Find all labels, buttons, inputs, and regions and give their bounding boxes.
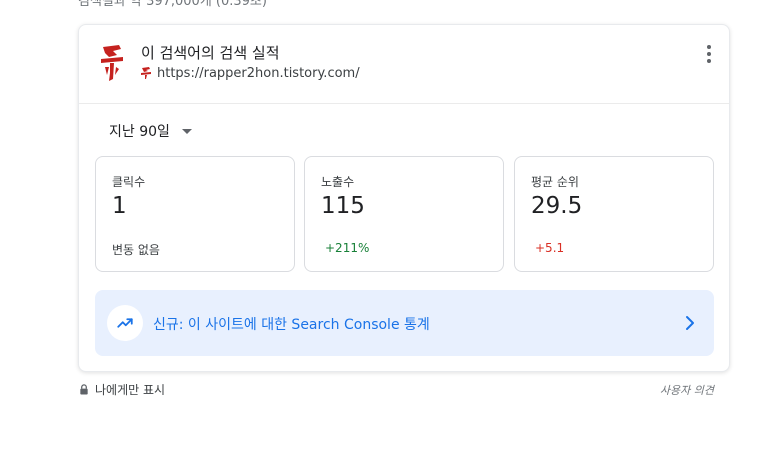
metric-clicks: 클릭수 1 변동 없음 [95, 156, 295, 272]
metric-label: 노출수 [321, 175, 355, 189]
visibility-note: 나에게만 표시 [79, 381, 165, 398]
metric-change: 변동 없음 [112, 243, 160, 257]
site-favicon-icon [141, 67, 151, 79]
period-dropdown[interactable]: 지난 90일 [109, 121, 192, 141]
metric-label: 평균 순위 [531, 175, 579, 189]
search-performance-card: 이 검색어의 검색 실적 https://rapper2hon.tistory.… [78, 24, 730, 372]
dropdown-arrow-icon [181, 128, 192, 134]
period-label: 지난 90일 [109, 124, 170, 140]
card-title: 이 검색어의 검색 실적 [141, 44, 280, 62]
chevron-right-icon[interactable] [682, 315, 698, 331]
metric-change: +211% [325, 241, 370, 255]
promo-text[interactable]: 신규: 이 사이트에 대한 Search Console 통계 [153, 314, 430, 334]
more-options-icon[interactable] [701, 41, 717, 67]
search-console-promo[interactable]: 신규: 이 사이트에 대한 Search Console 통계 [95, 290, 714, 356]
trending-up-icon [107, 305, 143, 341]
metric-value: 29.5 [531, 193, 583, 219]
results-count-text: 검색결과 약 397,000개 (0.39초) [78, 0, 267, 9]
metric-change: +5.1 [535, 241, 565, 255]
metric-value: 1 [112, 193, 127, 219]
card-header: 이 검색어의 검색 실적 https://rapper2hon.tistory.… [79, 25, 729, 104]
lock-icon [80, 384, 88, 395]
metric-label: 클릭수 [112, 175, 146, 189]
feedback-link[interactable]: 사용자 의견 [660, 382, 714, 398]
metric-avg-position: 평균 순위 29.5 +5.1 [514, 156, 714, 272]
visibility-label: 나에게만 표시 [95, 383, 166, 397]
site-url-row[interactable]: https://rapper2hon.tistory.com/ [141, 65, 360, 81]
site-logo-icon [101, 45, 123, 81]
metric-value: 115 [321, 193, 365, 219]
metric-impressions: 노출수 115 +211% [304, 156, 504, 272]
site-url[interactable]: https://rapper2hon.tistory.com/ [157, 66, 360, 81]
